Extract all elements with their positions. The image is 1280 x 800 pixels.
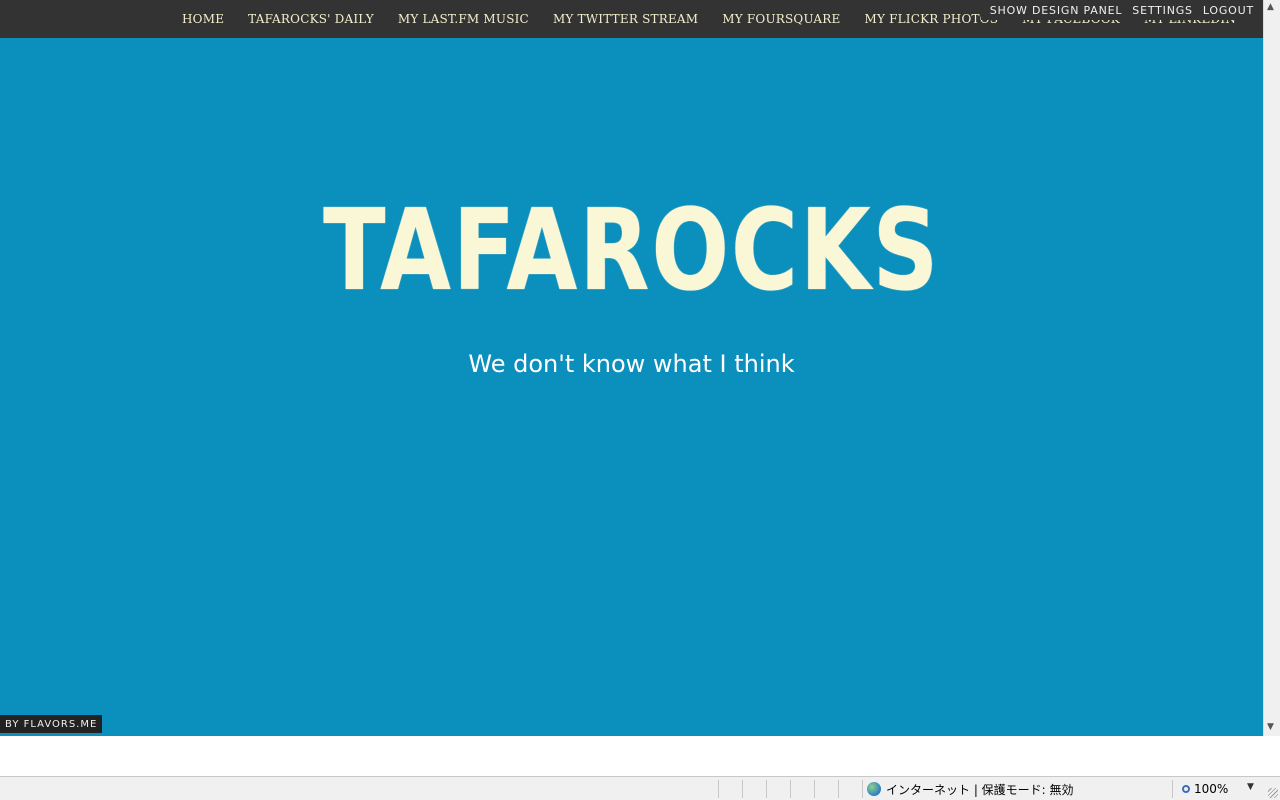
- zoom-text: 100%: [1194, 782, 1229, 796]
- site-logo: TAFAROCKS: [323, 184, 938, 316]
- scroll-down-arrow-icon[interactable]: ▼: [1267, 722, 1274, 732]
- logout-link[interactable]: LOGOUT: [1203, 4, 1254, 17]
- show-design-panel-link[interactable]: SHOW DESIGN PANEL: [990, 4, 1123, 17]
- status-divider: [790, 780, 791, 798]
- security-zone[interactable]: インターネット | 保護モード: 無効: [867, 780, 1074, 798]
- top-navigation: HOME TAFAROCKS' DAILY MY LAST.FM MUSIC M…: [0, 0, 1263, 38]
- status-divider: [814, 780, 815, 798]
- status-divider: [718, 780, 719, 798]
- zoom-level[interactable]: 100%: [1182, 780, 1228, 798]
- status-divider: [1172, 780, 1173, 798]
- resize-grip-icon[interactable]: [1268, 788, 1278, 798]
- status-divider: [742, 780, 743, 798]
- globe-icon: [867, 782, 881, 796]
- flavors-credit-link[interactable]: BY FLAVORS.ME: [0, 715, 103, 733]
- nav-item-home[interactable]: HOME: [182, 12, 224, 26]
- vertical-scrollbar[interactable]: ▲ ▼: [1263, 0, 1280, 736]
- browser-status-bar: インターネット | 保護モード: 無効 100% ▼: [0, 776, 1280, 800]
- nav-item-flickr[interactable]: MY FLICKR PHOTOS: [864, 12, 998, 26]
- tagline: We don't know what I think: [468, 350, 795, 378]
- logo-text: TAFAROCKS: [323, 184, 941, 316]
- nav-item-twitter[interactable]: MY TWITTER STREAM: [553, 12, 698, 26]
- nav-item-daily[interactable]: TAFAROCKS' DAILY: [248, 12, 374, 26]
- page-body: HOME TAFAROCKS' DAILY MY LAST.FM MUSIC M…: [0, 0, 1263, 736]
- zone-text: インターネット | 保護モード: 無効: [886, 782, 1074, 797]
- status-divider: [838, 780, 839, 798]
- magnifier-icon: [1182, 785, 1190, 793]
- status-divider: [766, 780, 767, 798]
- nav-item-lastfm[interactable]: MY LAST.FM MUSIC: [398, 12, 529, 26]
- nav-item-foursquare[interactable]: MY FOURSQUARE: [722, 12, 840, 26]
- admin-links: SHOW DESIGN PANEL SETTINGS LOGOUT: [980, 0, 1263, 20]
- settings-link[interactable]: SETTINGS: [1132, 4, 1193, 17]
- zoom-dropdown-icon[interactable]: ▼: [1247, 782, 1254, 792]
- scroll-up-arrow-icon[interactable]: ▲: [1267, 2, 1274, 12]
- status-divider: [862, 780, 863, 798]
